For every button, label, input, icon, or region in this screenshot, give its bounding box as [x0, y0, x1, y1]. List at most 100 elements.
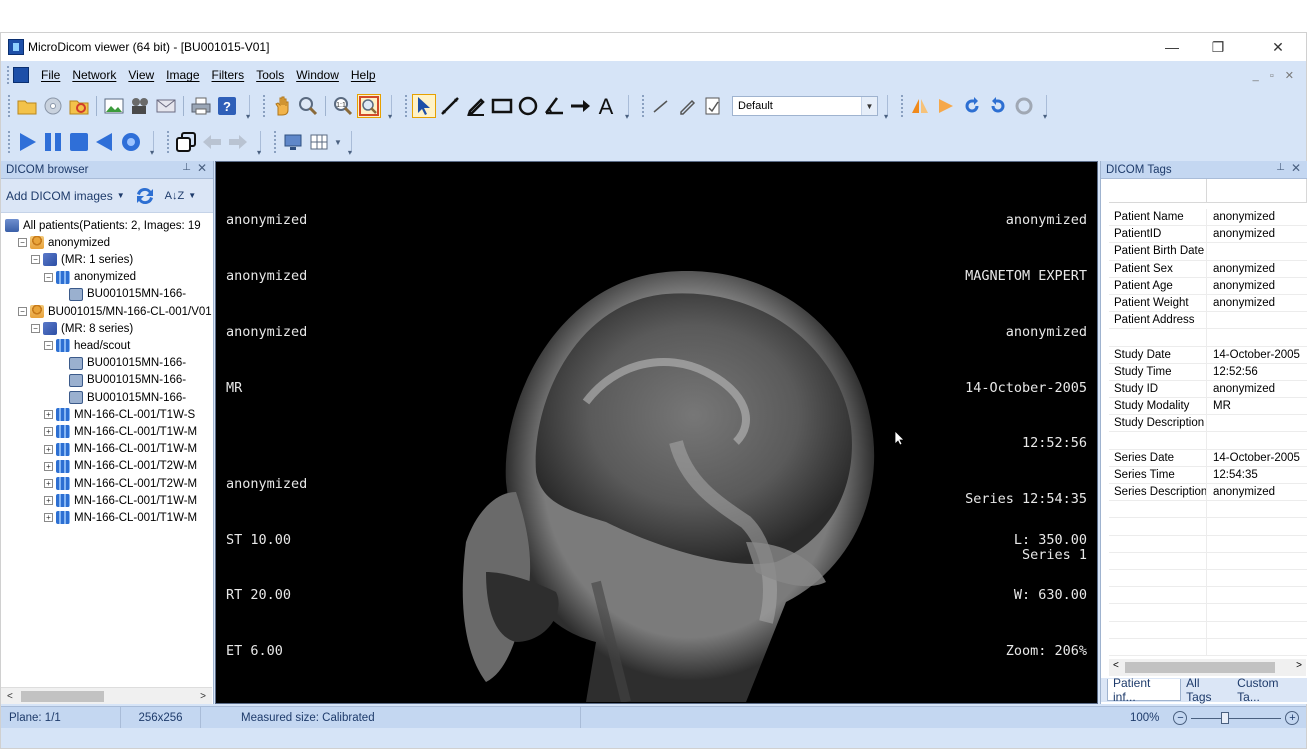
tag-row[interactable]: Patient Name anonymized	[1109, 209, 1307, 227]
pan-hand-icon[interactable]	[270, 94, 294, 118]
help-icon[interactable]: ?	[215, 94, 239, 118]
menu-help[interactable]: Help	[351, 68, 376, 82]
pause-icon[interactable]	[41, 130, 65, 154]
text-icon[interactable]: A	[594, 94, 618, 118]
tree-expander-icon[interactable]: +	[44, 513, 53, 523]
refresh-icon[interactable]	[133, 184, 157, 208]
menu-network[interactable]: Network	[72, 68, 116, 82]
play-icon[interactable]	[15, 130, 39, 154]
tree-item[interactable]: BU001015MN-166-	[69, 372, 186, 389]
menu-tools[interactable]: Tools	[256, 68, 284, 82]
menu-window[interactable]: Window	[296, 68, 339, 82]
tag-row[interactable]: Study ID anonymized	[1109, 380, 1307, 399]
tree-item[interactable]: + MN-166-CL-001/T1W-M	[44, 492, 197, 509]
loop-icon[interactable]	[119, 130, 143, 154]
scroll-left-icon[interactable]: <	[1113, 660, 1119, 671]
tag-row[interactable]: Patient Birth Date	[1109, 243, 1307, 261]
tree-expander-icon[interactable]: −	[18, 307, 27, 316]
tag-row[interactable]: Study Modality MR	[1109, 398, 1307, 416]
toolbar-overflow[interactable]	[242, 95, 250, 121]
scrollbar-thumb[interactable]	[21, 691, 104, 702]
menu-file[interactable]: File	[41, 68, 60, 82]
zoom-slider-knob[interactable]	[1221, 711, 1230, 724]
tree-item[interactable]: − anonymized	[18, 234, 110, 251]
fit-to-window-icon[interactable]	[357, 94, 381, 118]
tag-row[interactable]: Series Date 14-October-2005	[1109, 449, 1307, 467]
rotate-right-icon[interactable]	[986, 94, 1010, 118]
tree-item[interactable]: + MN-166-CL-001/T1W-M	[44, 441, 197, 458]
restore-button[interactable]: ❐	[1195, 33, 1241, 61]
tree-item[interactable]: + MN-166-CL-001/T1W-S	[44, 406, 195, 423]
layout-grid-icon[interactable]	[307, 130, 331, 154]
tree-item[interactable]: BU001015MN-166-	[69, 286, 186, 303]
close-button[interactable]: ✕	[1255, 33, 1301, 61]
zoom-in-icon[interactable]: +	[1285, 711, 1300, 725]
annotation-line-icon[interactable]	[649, 94, 673, 118]
play-backward-icon[interactable]	[93, 130, 117, 154]
toolbar-overflow[interactable]	[146, 131, 154, 157]
export-image-icon[interactable]	[102, 94, 126, 118]
print-icon[interactable]	[189, 94, 213, 118]
tree-item[interactable]: + MN-166-CL-001/T2W-M	[44, 475, 197, 492]
chevron-down-icon[interactable]: ▼	[334, 138, 342, 147]
scroll-left-icon[interactable]: <	[7, 691, 13, 702]
tag-row[interactable]	[1109, 329, 1307, 347]
toolbar-overflow[interactable]	[1039, 95, 1047, 121]
reset-icon[interactable]	[1012, 94, 1036, 118]
add-dicom-images-button[interactable]: Add DICOM images	[6, 189, 113, 203]
tree-item[interactable]: + MN-166-CL-001/T1W-M	[44, 423, 197, 440]
scrollbar-thumb[interactable]	[1125, 662, 1275, 673]
tags-column-value[interactable]	[1207, 179, 1307, 202]
tree-expander-icon[interactable]: −	[31, 324, 40, 334]
minimize-button[interactable]: —	[1149, 33, 1195, 61]
tags-horizontal-scrollbar[interactable]: < >	[1109, 659, 1306, 676]
flip-vertical-icon[interactable]	[934, 94, 958, 118]
tree-expander-icon[interactable]: +	[44, 461, 53, 471]
toolbar-overflow[interactable]	[253, 131, 261, 157]
tree-item[interactable]: All patients(Patients: 2, Images: 19	[5, 217, 201, 234]
flip-horizontal-icon[interactable]	[908, 94, 932, 118]
tag-row[interactable]: Study Description	[1109, 415, 1307, 433]
toolbar-overflow[interactable]	[621, 95, 629, 121]
chevron-down-icon[interactable]: ▼	[117, 191, 125, 200]
tag-row[interactable]: Study Date 14-October-2005	[1109, 346, 1307, 364]
open-folder-icon[interactable]	[15, 94, 39, 118]
tree-expander-icon[interactable]: −	[44, 272, 53, 282]
tree-item[interactable]: BU001015MN-166-	[69, 355, 186, 372]
toolbar-overflow[interactable]	[344, 131, 352, 157]
close-icon[interactable]: ✕	[197, 161, 207, 175]
tag-row[interactable]: Patient Age anonymized	[1109, 277, 1307, 295]
tree-expander-icon[interactable]: −	[31, 255, 40, 265]
tree-item[interactable]: − (MR: 1 series)	[31, 251, 133, 268]
open-dicomdir-icon[interactable]	[67, 94, 91, 118]
pencil-icon[interactable]	[464, 94, 488, 118]
sort-icon[interactable]: A↓Z	[165, 190, 185, 202]
tag-row[interactable]: Patient Address	[1109, 312, 1307, 330]
image-viewer[interactable]: anonymized anonymized anonymized MR anon…	[215, 161, 1098, 704]
tree-expander-icon[interactable]: −	[44, 341, 53, 351]
stop-icon[interactable]	[67, 130, 91, 154]
tab-custom-tags[interactable]: Custom Ta...	[1232, 676, 1307, 704]
rotate-left-icon[interactable]	[960, 94, 984, 118]
tree-expander-icon[interactable]: +	[44, 410, 53, 420]
tree-item[interactable]: − BU001015/MN-166-CL-001/V01	[18, 303, 212, 320]
zoom-icon[interactable]	[296, 94, 320, 118]
tree-item[interactable]: BU001015MN-166-	[69, 389, 186, 406]
tags-column-name[interactable]	[1109, 179, 1207, 202]
tag-row[interactable]: Series Time 12:54:35	[1109, 466, 1307, 484]
tab-all-tags[interactable]: All Tags	[1181, 676, 1232, 704]
tree-expander-icon[interactable]: −	[18, 238, 27, 248]
document-menu-icon[interactable]	[13, 67, 29, 83]
tag-row[interactable]: Series Description anonymized	[1109, 484, 1307, 502]
tab-patient-info[interactable]: Patient inf...	[1107, 676, 1182, 704]
tag-row[interactable]	[1109, 432, 1307, 450]
monitor-icon[interactable]	[281, 130, 305, 154]
pin-icon[interactable]: ⊥	[182, 162, 191, 173]
mdi-window-controls[interactable]: _ ▫ ✕	[1253, 69, 1298, 82]
tag-row[interactable]: Patient Sex anonymized	[1109, 260, 1307, 278]
zoom-slider[interactable]	[1191, 711, 1282, 724]
annotation-pen-icon[interactable]	[675, 94, 699, 118]
toolbar-overflow[interactable]	[384, 95, 392, 121]
scroll-right-icon[interactable]: >	[200, 691, 206, 702]
next-image-icon[interactable]	[226, 130, 250, 154]
